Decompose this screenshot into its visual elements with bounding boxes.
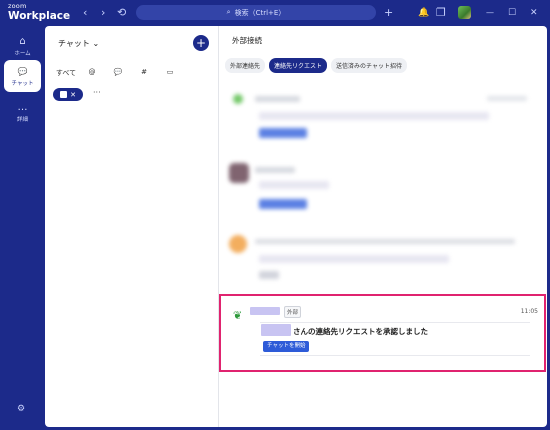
tab-bar: 外部連絡先 連絡先リクエスト 送信済みのチャット招待: [225, 58, 407, 73]
chevron-down-icon: ⌄: [92, 39, 100, 48]
chat-panel-title[interactable]: チャット ⌄: [58, 38, 99, 49]
blurred-request-item: [227, 161, 542, 231]
request-message: さんの連絡先リクエストを承認しました: [293, 327, 428, 336]
mention-icon[interactable]: @: [79, 68, 105, 78]
accepted-request-card[interactable]: ❦ 外部 11:05 さんの連絡先リクエストを承認しました チャットを開始: [219, 294, 546, 372]
page-title: 外部接続: [232, 36, 262, 45]
settings-icon[interactable]: ⚙: [17, 404, 25, 414]
tab-sent-invites[interactable]: 送信済みのチャット招待: [331, 58, 407, 73]
titlebar: zoom Workplace ‹ › ⟲ ⌕ 検索（Ctrl+E） + 🔔 ❐ …: [0, 0, 550, 26]
nav-item-chat[interactable]: 💬 チャット: [4, 60, 41, 92]
nav-item-home[interactable]: ⌂ ホーム: [4, 30, 41, 62]
nav-item-more[interactable]: … 詳細: [4, 96, 41, 128]
chat-panel: チャット ⌄ + すべて @ 💬 # ▭ ✕ ···: [45, 26, 218, 427]
contact-name-redacted: [250, 307, 280, 315]
blurred-request-item: [227, 88, 542, 158]
avatar[interactable]: [458, 6, 471, 19]
blurred-request-item: [227, 231, 542, 291]
maximize-icon[interactable]: ☐: [508, 6, 516, 20]
contact-name-redacted: [261, 324, 291, 336]
start-chat-button[interactable]: チャットを開始: [263, 341, 310, 352]
channel-icon[interactable]: #: [131, 68, 157, 78]
new-chat-button[interactable]: +: [193, 35, 209, 51]
tab-contact-requests[interactable]: 連絡先リクエスト: [269, 58, 328, 73]
search-icon: ⌕: [226, 8, 231, 16]
more-icon: …: [17, 101, 28, 113]
bell-icon[interactable]: 🔔: [418, 6, 429, 20]
external-connections-panel: 外部接続 外部連絡先 連絡先リクエスト 送信済みのチャット招待 ❦ 外部 11:…: [219, 26, 547, 427]
person-icon: [60, 91, 68, 98]
forward-icon[interactable]: ›: [101, 6, 105, 20]
chat-icon: 💬: [17, 66, 28, 76]
filter-all[interactable]: すべて: [53, 68, 79, 78]
more-options-icon[interactable]: ···: [93, 88, 101, 97]
external-badge: 外部: [284, 306, 302, 318]
history-icon[interactable]: ⟲: [117, 6, 126, 20]
tab-external-contacts[interactable]: 外部連絡先: [225, 58, 266, 73]
add-icon[interactable]: +: [384, 6, 393, 20]
contact-filter-chip[interactable]: ✕: [53, 88, 83, 101]
window-icon[interactable]: ❐: [436, 6, 446, 20]
user-avatar-icon: ❦: [233, 309, 243, 322]
message-icon[interactable]: 💬: [105, 68, 131, 78]
search-input[interactable]: ⌕ 検索（Ctrl+E）: [136, 5, 376, 20]
close-icon[interactable]: ✕: [70, 91, 76, 99]
chat-filter-row: すべて @ 💬 # ▭: [53, 68, 183, 78]
back-icon[interactable]: ‹: [83, 6, 87, 20]
calendar-icon[interactable]: ▭: [157, 68, 183, 78]
zoom-workplace-logo: zoom Workplace: [8, 2, 71, 22]
timestamp: 11:05: [520, 308, 538, 315]
home-icon: ⌂: [19, 35, 26, 47]
close-icon[interactable]: ✕: [530, 6, 538, 20]
left-nav: ⌂ ホーム 💬 チャット … 詳細: [0, 26, 44, 430]
minimize-icon[interactable]: —: [486, 6, 494, 20]
